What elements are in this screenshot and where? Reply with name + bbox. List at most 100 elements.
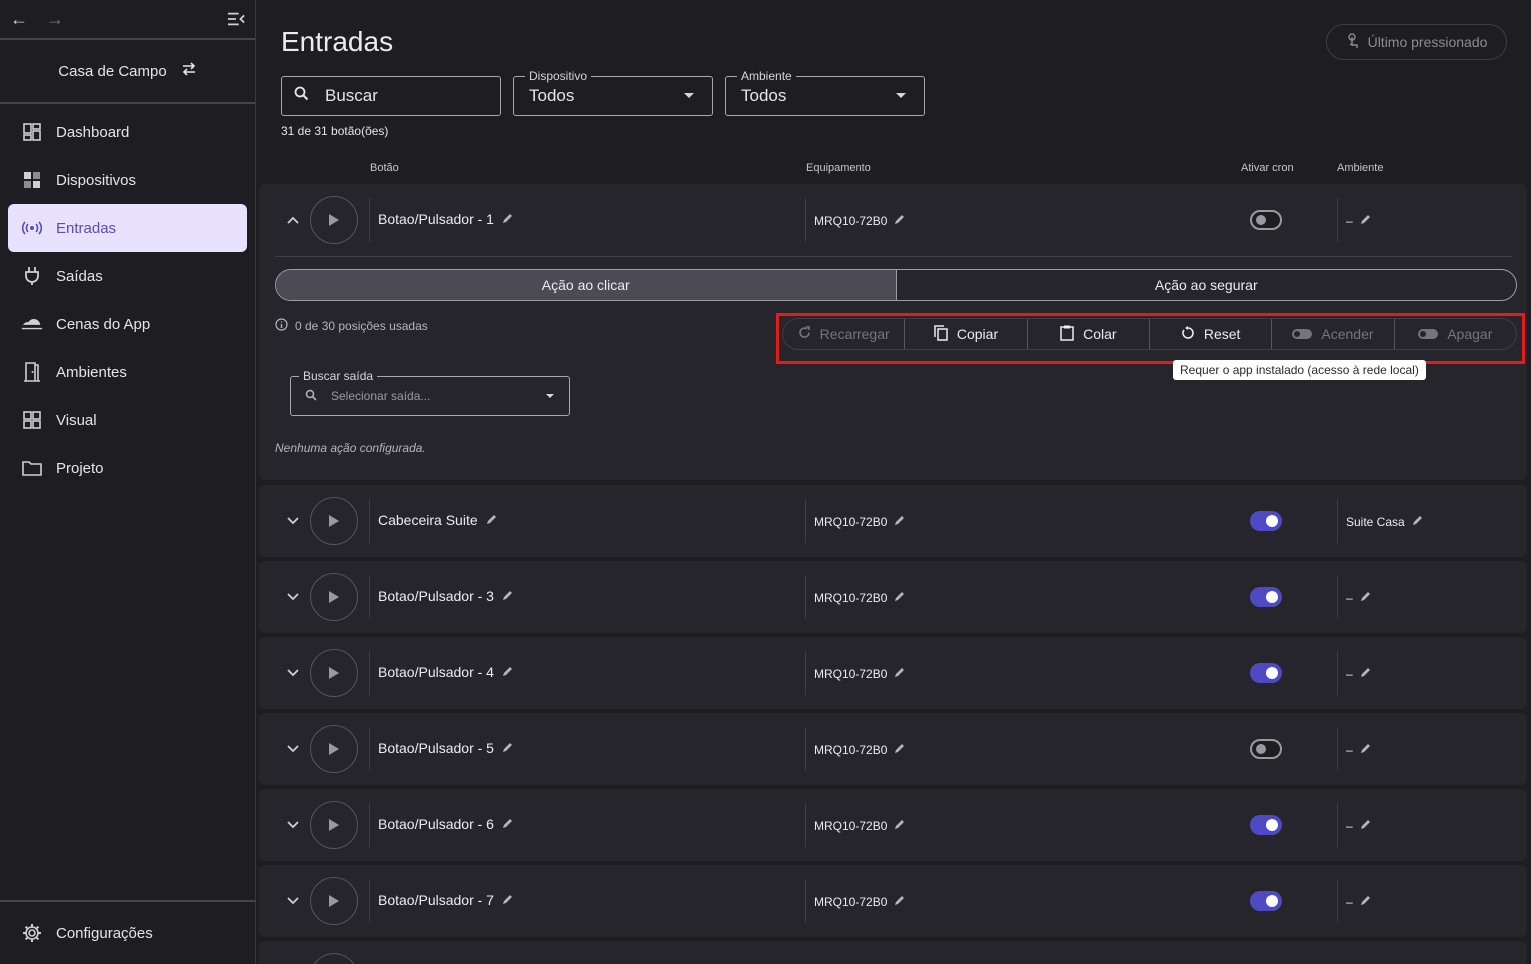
row-equipment[interactable]: MRQ10-72B0 [814, 514, 906, 529]
row-name[interactable]: Botao/Pulsador - 7 [378, 892, 514, 908]
row-equipment[interactable]: MRQ10-72B0 [814, 213, 906, 228]
row-name[interactable]: Botao/Pulsador - 4 [378, 664, 514, 680]
cron-toggle[interactable] [1250, 739, 1282, 759]
row-room[interactable]: – [1346, 666, 1372, 681]
pencil-icon[interactable] [894, 742, 906, 757]
pencil-icon[interactable] [502, 816, 514, 832]
device-select[interactable]: Dispositivo Todos [513, 69, 713, 116]
row-room[interactable]: – [1346, 742, 1372, 757]
row-name[interactable]: Botao/Pulsador - 5 [378, 740, 514, 756]
chevron-down-icon[interactable] [285, 513, 301, 529]
back-arrow-icon[interactable]: ← [10, 9, 28, 29]
row-room[interactable]: – [1346, 818, 1372, 833]
sidebar-item-cenas[interactable]: Cenas do App [8, 300, 247, 348]
turn-off-button[interactable]: Apagar [1395, 319, 1516, 349]
row-name[interactable]: Botao/Pulsador - 1 [378, 211, 514, 227]
pencil-icon[interactable] [502, 588, 514, 604]
pencil-icon[interactable] [1360, 666, 1372, 681]
pencil-icon[interactable] [894, 514, 906, 529]
row-name[interactable]: Cabeceira Suite [378, 512, 498, 528]
play-button[interactable] [310, 497, 358, 545]
search-output-select[interactable]: Buscar saída Selecionar saída... [290, 369, 570, 416]
pencil-icon[interactable] [502, 211, 514, 227]
sidebar-item-visual[interactable]: Visual [8, 396, 247, 444]
sidebar-item-ambientes[interactable]: Ambientes [8, 348, 247, 396]
pencil-icon[interactable] [502, 740, 514, 756]
sidebar-item-dispositivos[interactable]: Dispositivos [8, 156, 247, 204]
last-pressed-button[interactable]: Último pressionado [1326, 24, 1507, 60]
table-row[interactable]: Botao/Pulsador - 6 MRQ10-72B0 – [259, 789, 1527, 861]
row-room[interactable]: – [1346, 213, 1372, 228]
pencil-icon[interactable] [502, 892, 514, 908]
play-button[interactable] [310, 725, 358, 773]
copy-button[interactable]: Copiar [905, 319, 1028, 349]
forward-arrow-icon[interactable]: → [46, 9, 64, 29]
chevron-down-icon[interactable] [285, 817, 301, 833]
row-equipment[interactable]: MRQ10-72B0 [814, 590, 906, 605]
play-button[interactable] [310, 801, 358, 849]
table-row[interactable]: Botao/Pulsador - 7 MRQ10-72B0 – [259, 865, 1527, 937]
sidebar-item-dashboard[interactable]: Dashboard [8, 108, 247, 156]
sidebar-item-entradas[interactable]: Entradas [8, 204, 247, 252]
play-button[interactable] [310, 196, 358, 244]
collapse-menu-icon[interactable] [227, 10, 245, 28]
play-button[interactable] [310, 573, 358, 621]
pencil-icon[interactable] [894, 666, 906, 681]
pencil-icon[interactable] [502, 664, 514, 680]
row-name[interactable]: Botao/Pulsador - 6 [378, 816, 514, 832]
table-row[interactable]: Botao/Pulsador - 5 MRQ10-72B0 – [259, 713, 1527, 785]
pencil-icon[interactable] [894, 590, 906, 605]
row-equipment[interactable]: MRQ10-72B0 [814, 666, 906, 681]
tab-hold-action[interactable]: Ação ao segurar [897, 270, 1517, 300]
row-room[interactable]: – [1346, 894, 1372, 909]
tooltip: Requer o app instalado (acesso à rede lo… [1173, 360, 1426, 380]
pencil-icon[interactable] [1360, 894, 1372, 909]
pencil-icon[interactable] [1360, 818, 1372, 833]
pencil-icon[interactable] [1360, 742, 1372, 757]
reset-button[interactable]: Reset [1150, 319, 1273, 349]
sidebar-item-configuracoes[interactable]: Configurações [0, 900, 256, 964]
row-room[interactable]: Suite Casa [1346, 514, 1424, 529]
cron-toggle[interactable] [1250, 210, 1282, 230]
cron-toggle[interactable] [1250, 891, 1282, 911]
row-equipment[interactable]: MRQ10-72B0 [814, 742, 906, 757]
paste-button[interactable]: Colar [1028, 319, 1150, 349]
pencil-icon[interactable] [1412, 514, 1424, 529]
table-row[interactable]: Cabeceira Suite MRQ10-72B0 Suite Casa [259, 485, 1527, 557]
table-row[interactable]: Botao/Pulsador - 3 MRQ10-72B0 – [259, 561, 1527, 633]
table-row[interactable] [259, 941, 1527, 964]
pencil-icon[interactable] [1360, 213, 1372, 228]
play-button[interactable] [310, 649, 358, 697]
play-button[interactable] [310, 877, 358, 925]
table-row[interactable]: Botao/Pulsador - 4 MRQ10-72B0 – [259, 637, 1527, 709]
pencil-icon[interactable] [486, 512, 498, 528]
chevron-up-icon[interactable] [285, 212, 301, 228]
chevron-down-icon[interactable] [285, 893, 301, 909]
pencil-icon[interactable] [1360, 590, 1372, 605]
cron-toggle[interactable] [1250, 587, 1282, 607]
refresh-icon [798, 326, 811, 342]
column-header-cron: Ativar cron [1241, 162, 1294, 174]
pencil-icon[interactable] [894, 213, 906, 228]
chevron-down-icon[interactable] [285, 741, 301, 757]
cron-toggle[interactable] [1250, 663, 1282, 683]
room-select[interactable]: Ambiente Todos [725, 69, 925, 116]
pencil-icon[interactable] [894, 894, 906, 909]
search-input[interactable]: Buscar [281, 76, 501, 116]
cron-toggle[interactable] [1250, 511, 1282, 531]
tab-click-action[interactable]: Ação ao clicar [276, 270, 897, 300]
row-name[interactable]: Botao/Pulsador - 3 [378, 588, 514, 604]
reload-button[interactable]: Recarregar [783, 319, 906, 349]
project-switcher[interactable]: Casa de Campo [0, 40, 255, 104]
row-room[interactable]: – [1346, 590, 1372, 605]
turn-on-button[interactable]: Acender [1272, 319, 1395, 349]
cron-toggle[interactable] [1250, 815, 1282, 835]
play-button[interactable] [310, 953, 358, 964]
row-equipment[interactable]: MRQ10-72B0 [814, 818, 906, 833]
sidebar-item-projeto[interactable]: Projeto [8, 444, 247, 492]
chevron-down-icon[interactable] [285, 589, 301, 605]
pencil-icon[interactable] [894, 818, 906, 833]
sidebar-item-saidas[interactable]: Saídas [8, 252, 247, 300]
row-equipment[interactable]: MRQ10-72B0 [814, 894, 906, 909]
chevron-down-icon[interactable] [285, 665, 301, 681]
